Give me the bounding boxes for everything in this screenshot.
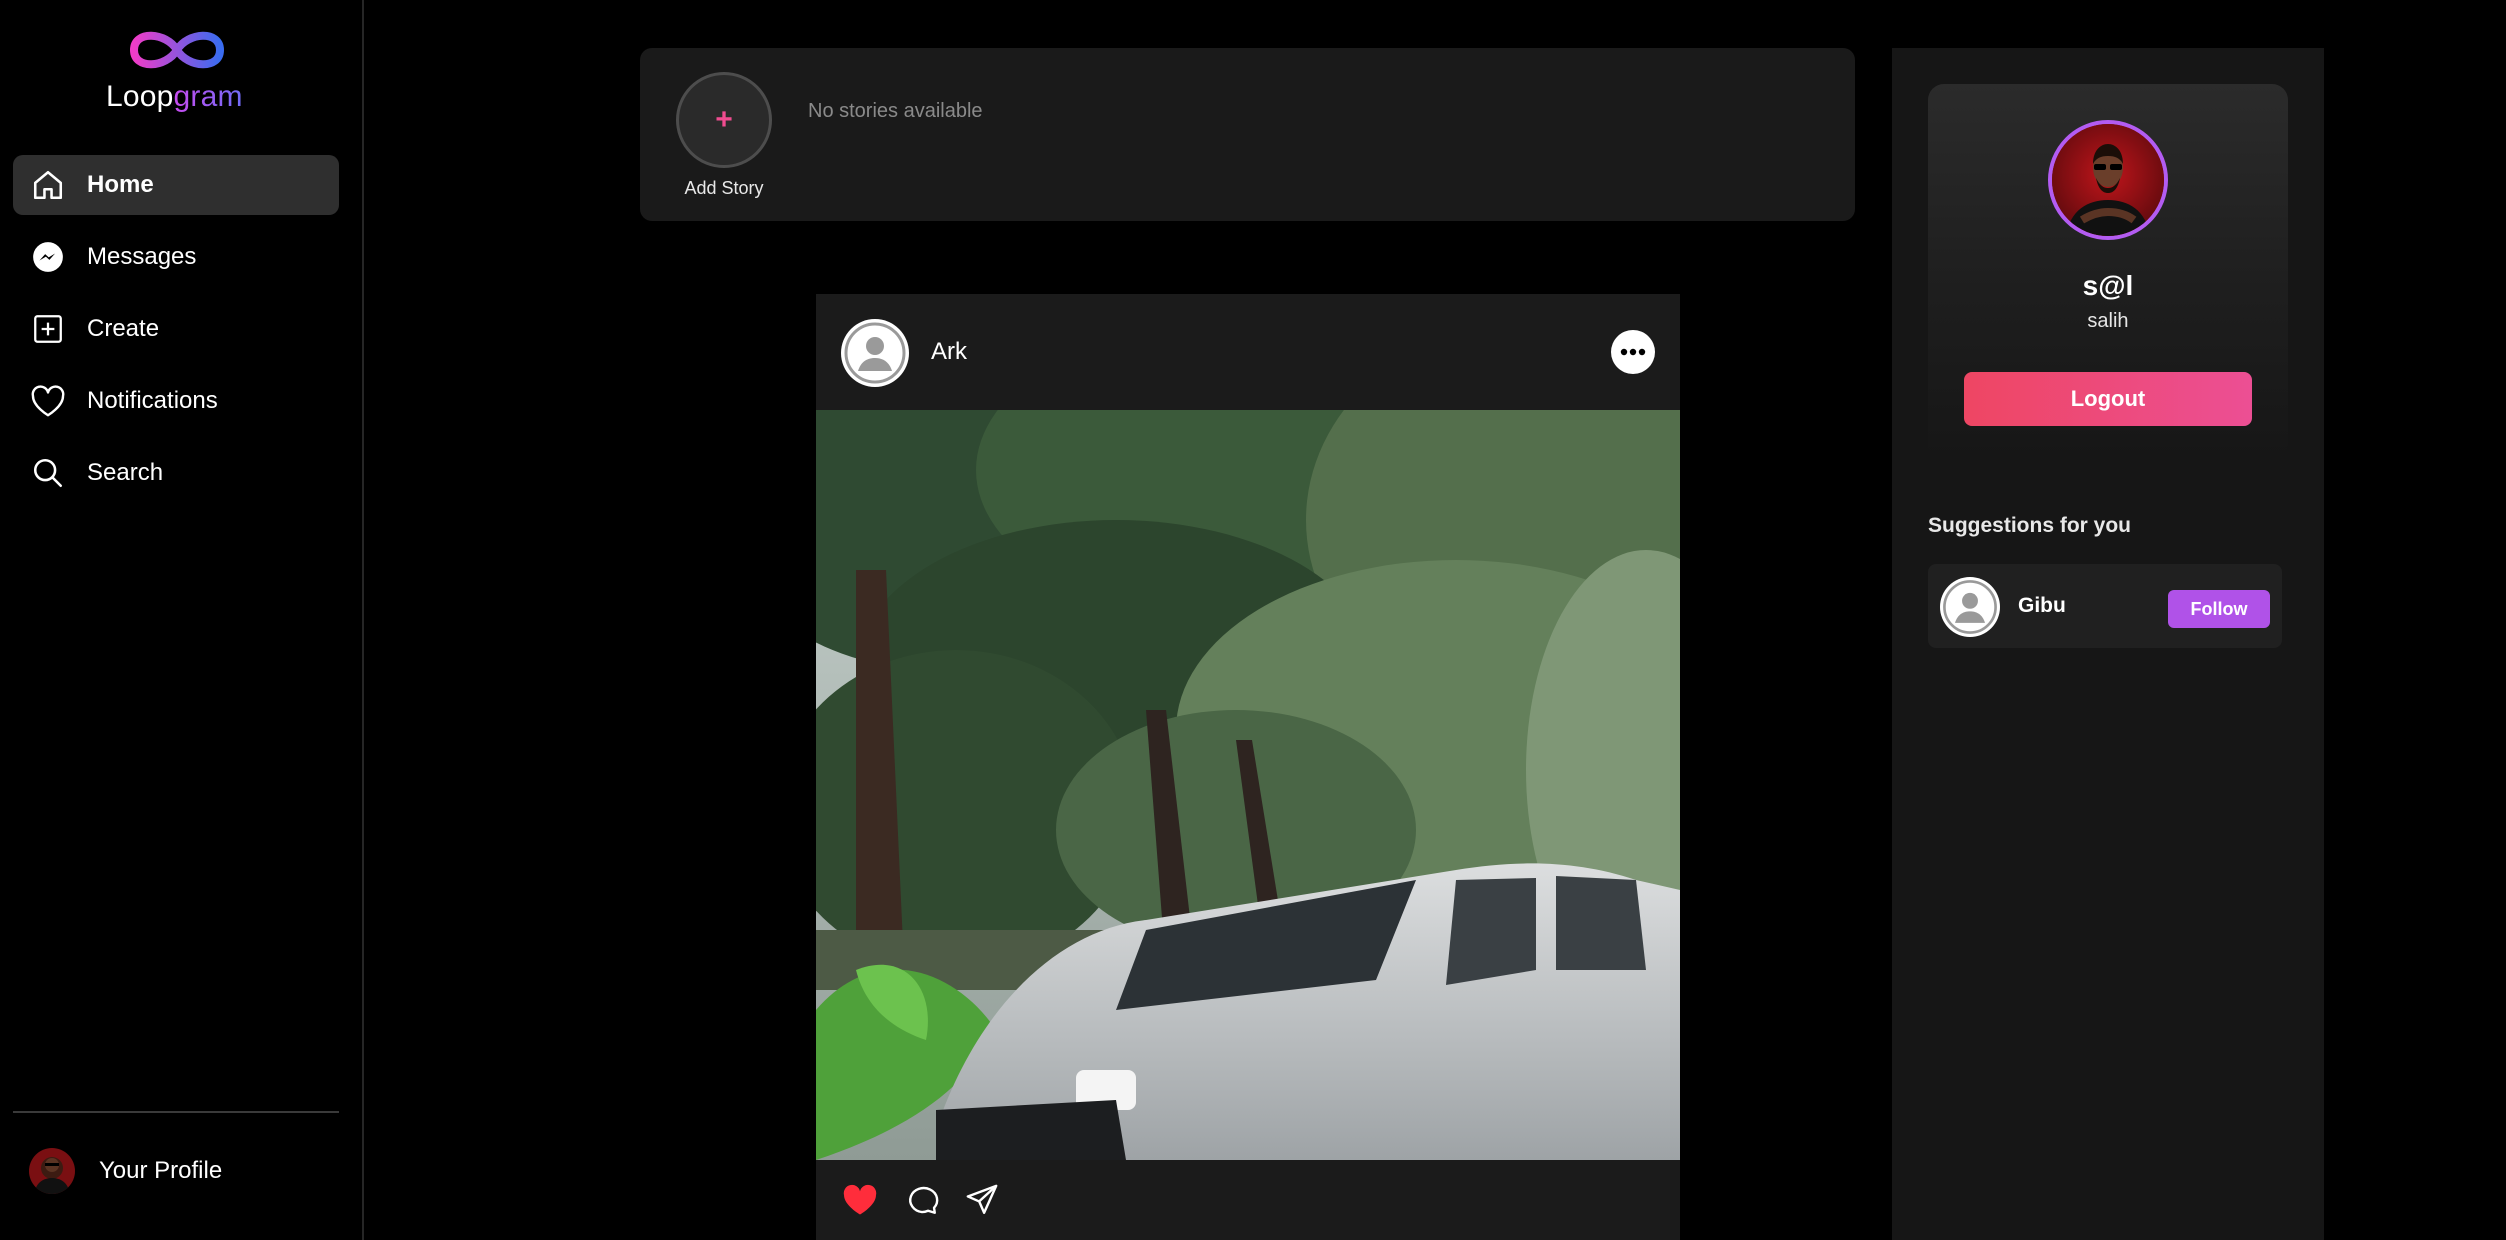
add-story-button[interactable]: + Add Story [676, 72, 772, 199]
logo[interactable]: Loopgram [102, 22, 252, 118]
sidebar-item-create[interactable]: Create [13, 299, 339, 359]
comment-icon [909, 1186, 939, 1214]
sidebar-item-your-profile[interactable]: Your Profile [29, 1148, 222, 1194]
sidebar-item-label: Notifications [87, 387, 218, 414]
stories-bar: + Add Story No stories available [640, 48, 1855, 221]
sidebar-item-label: Messages [87, 243, 197, 270]
messenger-icon [29, 238, 67, 276]
post-actions [816, 1160, 1680, 1240]
no-stories-text: No stories available [808, 100, 983, 122]
more-horizontal-icon [1620, 348, 1646, 356]
add-story-label: Add Story [684, 178, 764, 198]
sidebar-item-search[interactable]: Search [13, 443, 339, 503]
add-story-circle: + [676, 72, 772, 168]
heart-icon [29, 382, 67, 420]
suggestion-avatar[interactable] [1940, 577, 2000, 637]
your-profile-label: Your Profile [99, 1157, 223, 1184]
logo-text-part1: Loop [106, 80, 174, 113]
send-icon [966, 1184, 998, 1214]
plus-square-icon [29, 310, 67, 348]
post-card: Ark [816, 294, 1680, 1240]
right-panel: s@l salih Logout Suggestions for you Gib… [1892, 48, 2324, 1240]
home-icon [29, 166, 67, 204]
logo-text-part2: gram [173, 80, 243, 113]
suggestion-item: Gibu Follow [1928, 564, 2282, 648]
sidebar-item-label: Search [87, 459, 164, 486]
comment-button[interactable] [902, 1180, 942, 1220]
user-placeholder-icon [844, 322, 906, 384]
follow-button[interactable]: Follow [2168, 590, 2270, 628]
heart-filled-icon [843, 1184, 877, 1215]
sidebar-nav: Home Messages Create Notifications Searc… [13, 155, 339, 515]
profile-card: s@l salih Logout [1928, 84, 2288, 462]
share-button[interactable] [962, 1180, 1002, 1220]
more-options-button[interactable] [1611, 330, 1655, 374]
sidebar: Loopgram Home Messages Create Notificati… [0, 0, 364, 1240]
app-root: Loopgram Home Messages Create Notificati… [0, 0, 2506, 1240]
post-author-avatar[interactable] [841, 319, 909, 387]
search-icon [29, 454, 67, 492]
infinity-logo-icon [129, 31, 225, 69]
plus-icon: + [715, 103, 733, 136]
post-image[interactable] [816, 410, 1680, 1160]
sidebar-item-home[interactable]: Home [13, 155, 339, 215]
post-header: Ark [816, 294, 1680, 410]
sidebar-item-notifications[interactable]: Notifications [13, 371, 339, 431]
user-placeholder-icon [1943, 580, 1997, 634]
suggestion-name[interactable]: Gibu [2018, 594, 2066, 618]
like-button[interactable] [840, 1180, 880, 1220]
avatar [29, 1148, 75, 1194]
post-author-name[interactable]: Ark [931, 338, 967, 366]
profile-display-name: s@l [2082, 270, 2134, 301]
logo-text: Loopgram [106, 80, 243, 114]
profile-username: salih [2087, 310, 2129, 332]
sidebar-divider [13, 1111, 339, 1113]
profile-avatar[interactable] [2048, 120, 2168, 240]
sidebar-item-label: Create [87, 315, 160, 342]
suggestions-title: Suggestions for you [1928, 514, 2132, 537]
logout-button[interactable]: Logout [1964, 372, 2252, 426]
sidebar-item-messages[interactable]: Messages [13, 227, 339, 287]
sidebar-item-label: Home [87, 171, 154, 198]
